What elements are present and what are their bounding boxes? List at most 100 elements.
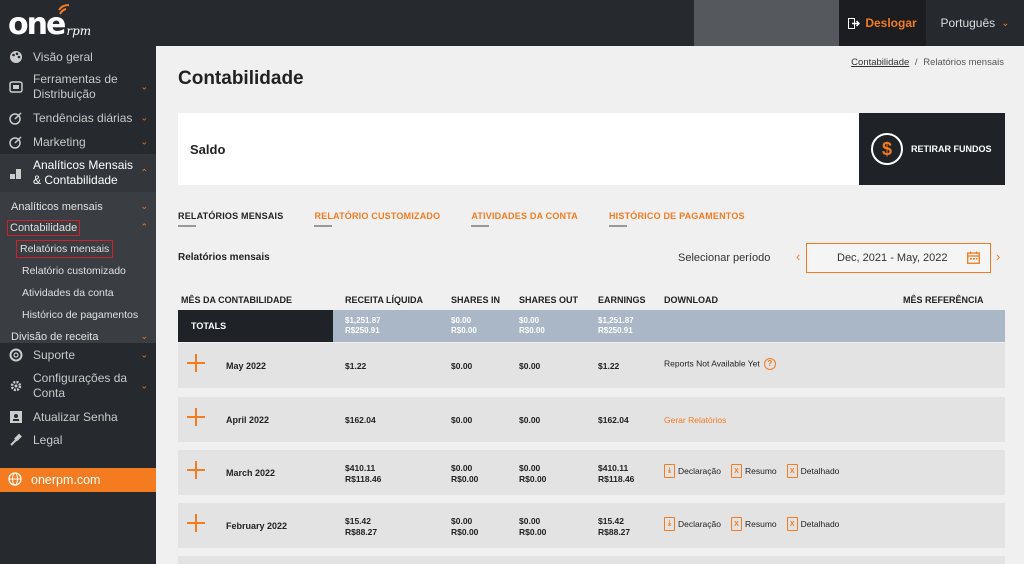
link-label: Resumo xyxy=(745,519,777,529)
sidebar-item-ferramentas[interactable]: Ferramentas de Distribuição ⌄ xyxy=(0,68,156,106)
value: $0.00 xyxy=(519,463,541,473)
table-row: March 2022 $410.11 R$118.46 $0.00 R$0.00… xyxy=(178,450,1005,495)
row-shares-in: $0.00 xyxy=(451,361,473,371)
value: R$0.00 xyxy=(519,474,547,484)
sidebar-item-label: Ferramentas de Distribuição xyxy=(33,72,118,101)
sidebar-item-configuracoes[interactable]: Configurações da Conta ⌄ xyxy=(0,367,156,405)
expand-plus-icon[interactable] xyxy=(187,354,205,372)
signal-icon xyxy=(58,4,70,15)
chevron-right-icon[interactable]: › xyxy=(996,249,1000,264)
chevron-down-icon: ⌄ xyxy=(140,112,148,123)
resumo-link[interactable]: X Resumo xyxy=(731,517,777,531)
sidebar-sub-analiticos-mensais[interactable]: Analíticos mensais ⌄ xyxy=(0,196,156,217)
row-receita: $15.42 R$88.27 xyxy=(345,516,377,538)
help-icon[interactable]: ? xyxy=(763,358,776,370)
row-receita: $1.22 xyxy=(345,361,367,371)
excel-file-icon: X xyxy=(786,517,798,531)
chevron-left-icon[interactable]: ‹ xyxy=(796,249,800,264)
sidebar-item-label: Atualizar Senha xyxy=(33,409,118,424)
megaphone-icon xyxy=(8,134,24,150)
row-shares-in: $0.00 R$0.00 xyxy=(451,463,478,485)
calendar-icon xyxy=(967,251,980,267)
excel-file-icon: X xyxy=(731,464,742,478)
expand-plus-icon[interactable] xyxy=(187,461,205,479)
sidebar-item-analiticos-contabilidade[interactable]: Analíticos Mensais & Contabilidade ⌃ xyxy=(0,154,156,192)
expand-plus-icon[interactable] xyxy=(187,408,205,426)
row-receita: $410.11 R$118.46 xyxy=(345,463,381,485)
sub-child-label: Histórico de pagamentos xyxy=(22,309,139,321)
sidebar-sub-contabilidade[interactable]: Contabilidade ⌃ xyxy=(0,217,156,238)
sidebar-child-historico[interactable]: Histórico de pagamentos xyxy=(0,304,156,326)
row-earnings: $162.04 xyxy=(598,415,629,425)
language-select[interactable]: Português ⌄ xyxy=(926,0,1024,46)
chevron-down-icon: ⌄ xyxy=(140,81,148,92)
tab-relatorios-mensais[interactable]: RELATÓRIOS MENSAIS xyxy=(178,211,283,227)
sub-child-label: Atividades da conta xyxy=(22,287,114,299)
sidebar-item-atualizar-senha[interactable]: Atualizar Senha xyxy=(0,405,156,428)
chevron-down-icon: ⌄ xyxy=(140,331,148,341)
onerpm-logo[interactable]: one rpm xyxy=(8,4,92,42)
row-earnings: $1.22 xyxy=(598,361,620,371)
period-picker[interactable]: Dec, 2021 - May, 2022 xyxy=(806,243,991,273)
tab-historico-pagamentos[interactable]: HISTÓRICO DE PAGAMENTOS xyxy=(608,211,745,227)
row-earnings: $15.42 R$88.27 xyxy=(598,516,630,538)
sidebar-item-suporte[interactable]: Suporte ⌄ xyxy=(0,343,156,367)
pdf-file-icon: ⤓ xyxy=(664,464,675,478)
totals-row: TOTALS $1,251.87 R$250.91 $0.00 R$0.00 $… xyxy=(178,310,1005,342)
logo-sub: rpm xyxy=(66,24,92,38)
dollar-coin-icon: $ xyxy=(871,133,903,165)
value: $1,251.87 xyxy=(345,316,381,325)
sidebar-item-label: Marketing xyxy=(33,135,86,149)
logout-button[interactable]: Deslogar xyxy=(839,0,926,46)
col-download: DOWNLOAD xyxy=(664,295,718,305)
generate-reports-link[interactable]: Gerar Relatórios xyxy=(664,415,726,425)
sidebar-item-legal[interactable]: Legal xyxy=(0,428,156,451)
saldo-panel: Saldo xyxy=(178,113,859,185)
breadcrumb-link[interactable]: Contabilidade xyxy=(851,57,909,68)
breadcrumb: Contabilidade / Relatórios mensais xyxy=(851,57,1004,68)
col-receita: RECEITA LÍQUIDA xyxy=(345,295,423,305)
col-shares-out: SHARES OUT xyxy=(519,295,579,305)
sidebar-item-website[interactable]: onerpm.com xyxy=(0,468,156,492)
row-download-links: ⤓ Declaração X Resumo X Detalhado xyxy=(664,517,839,531)
section-label: Relatórios mensais xyxy=(178,252,270,263)
row-receita: $162.04 xyxy=(345,415,376,425)
expand-plus-icon[interactable] xyxy=(187,514,205,532)
breadcrumb-separator: / xyxy=(914,57,918,68)
sidebar-child-relatorios-mensais[interactable]: Relatórios mensais xyxy=(0,238,156,260)
detalhado-link[interactable]: X Detalhado xyxy=(786,464,839,478)
tab-relatorio-customizado[interactable]: RELATÓRIO CUSTOMIZADO xyxy=(314,211,440,227)
sidebar-item-visao-geral[interactable]: Visão geral xyxy=(0,46,156,68)
top-bar-blank xyxy=(694,0,839,46)
detalhado-link[interactable]: X Detalhado xyxy=(786,517,839,531)
id-card-icon xyxy=(8,409,24,425)
withdraw-funds-button[interactable]: $ RETIRAR FUNDOS xyxy=(859,113,1005,185)
value: $410.11 xyxy=(598,463,629,473)
declaracao-link[interactable]: ⤓ Declaração xyxy=(664,464,721,478)
palette-icon xyxy=(8,49,24,65)
logout-icon xyxy=(848,17,861,29)
chevron-down-icon: ⌄ xyxy=(140,136,148,147)
row-shares-out: $0.00 xyxy=(519,415,541,425)
row-month: April 2022 xyxy=(226,415,270,425)
sidebar-item-tendencias[interactable]: Tendências diárias ⌄ xyxy=(0,106,156,130)
table-row: April 2022 $162.04 $0.00 $0.00 $162.04 G… xyxy=(178,397,1005,442)
globe-icon xyxy=(8,471,22,489)
sidebar-item-marketing[interactable]: Marketing ⌄ xyxy=(0,130,156,154)
row-shares-in: $0.00 R$0.00 xyxy=(451,516,478,538)
coins-icon xyxy=(8,165,24,181)
row-shares-out: $0.00 R$0.00 xyxy=(519,463,546,485)
value: $15.42 xyxy=(598,516,624,526)
chevron-up-icon: ⌃ xyxy=(140,222,148,232)
tab-atividades-conta[interactable]: ATIVIDADES DA CONTA xyxy=(471,211,578,227)
lifebuoy-icon xyxy=(8,347,24,363)
value: $0.00 xyxy=(451,316,472,325)
sidebar-child-atividades[interactable]: Atividades da conta xyxy=(0,282,156,304)
logo-main: one xyxy=(8,7,66,42)
sidebar-child-relatorio-customizado[interactable]: Relatório customizado xyxy=(0,260,156,282)
resumo-link[interactable]: X Resumo xyxy=(731,464,777,478)
sidebar-item-label: Analíticos Mensais & Contabilidade xyxy=(33,158,134,187)
declaracao-link[interactable]: ⤓ Declaração xyxy=(664,517,721,531)
row-earnings: $410.11 R$118.46 xyxy=(598,463,634,485)
link-label: Declaração xyxy=(678,466,721,476)
